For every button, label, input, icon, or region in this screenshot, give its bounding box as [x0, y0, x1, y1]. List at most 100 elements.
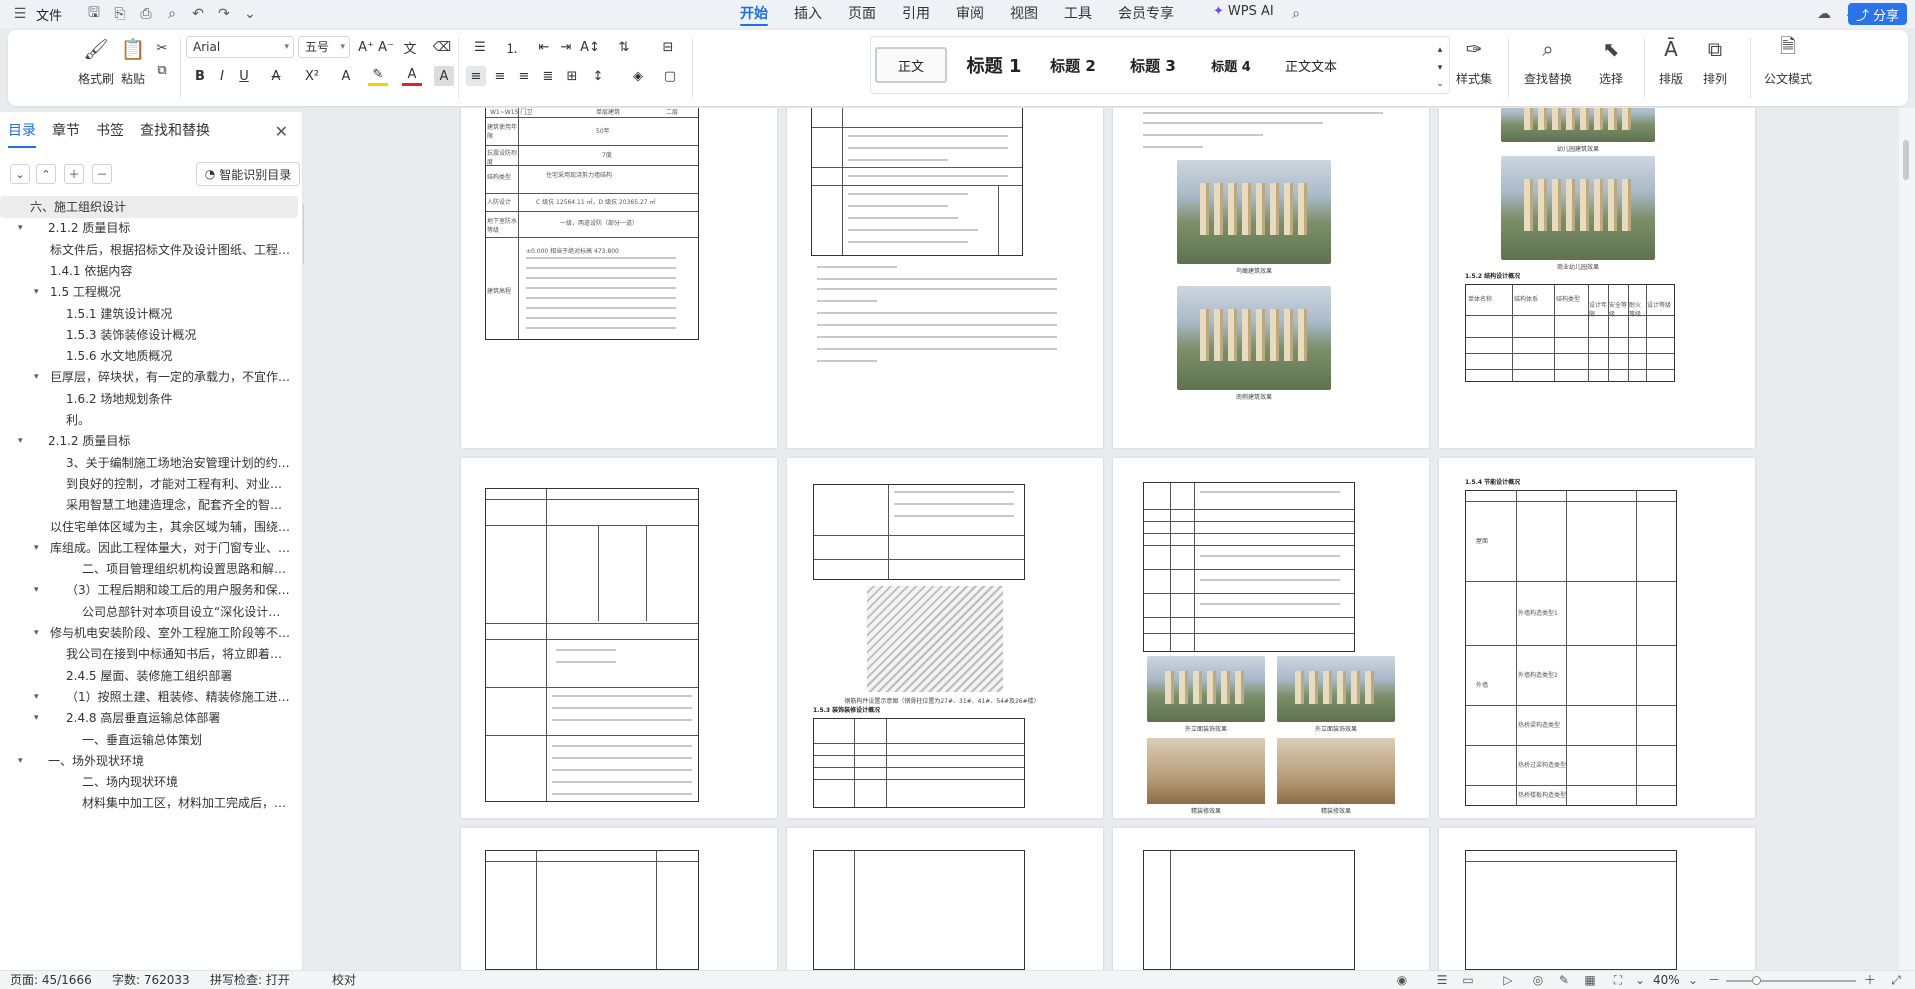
toc-item[interactable]: ▾ （3）工程后期和竣工后的用户服务和保…	[0, 579, 298, 601]
formula-mode-button[interactable]: 🗎 公文模式	[1764, 34, 1812, 87]
ribbon-tab[interactable]: 视图	[998, 0, 1050, 28]
preview-icon[interactable]: ⌕	[162, 4, 182, 24]
chevron-down-icon[interactable]: ⌄	[1685, 973, 1701, 988]
proofread-button[interactable]: 校对	[332, 973, 356, 988]
nav-tab[interactable]: 章节	[44, 120, 88, 144]
close-icon[interactable]: ✕	[275, 122, 288, 141]
toc-item[interactable]: 3、关于编制施工场地治安管理计划的约…	[0, 452, 298, 474]
style-set-button[interactable]: ✑ 样式集	[1456, 36, 1492, 87]
find-replace-button[interactable]: ⌕ 查找替换	[1524, 36, 1572, 87]
text-effect-icon[interactable]: A	[336, 66, 356, 86]
toc-item[interactable]: ▾ 一、场外现状环境	[0, 750, 298, 772]
clear-format-icon[interactable]: ⌫	[432, 37, 452, 57]
spell-check-toggle[interactable]: 拼写检查: 打开	[210, 973, 290, 988]
smart-toc-button[interactable]: ◔ 智能识别目录	[196, 162, 300, 186]
style-item[interactable]: 标题 2	[1035, 47, 1111, 83]
ribbon-tab[interactable]: 工具	[1052, 0, 1104, 28]
chevron-up-icon[interactable]: ⌃	[36, 164, 56, 184]
copy-icon[interactable]: ⧉	[152, 60, 172, 80]
scroll-thumb[interactable]	[1903, 140, 1909, 180]
toc-item[interactable]: 标文件后，根据招标文件及设计图纸、工程…	[0, 239, 298, 261]
pen-icon[interactable]: ✎	[1556, 973, 1572, 988]
ribbon-tab[interactable]: 审阅	[944, 0, 996, 28]
toc-item[interactable]: 我公司在接到中标通知书后，将立即着…	[0, 643, 298, 665]
share-button[interactable]: ⤴ 分享	[1847, 3, 1907, 25]
format-painter-button[interactable]: 🖌 格式刷	[78, 36, 114, 87]
toc-item[interactable]: 1.5.6 水文地质概况	[0, 345, 298, 367]
bullet-list-icon[interactable]: ☰	[470, 37, 490, 57]
play-icon[interactable]: ▷	[1500, 973, 1516, 988]
expand-toggle-icon[interactable]: ▾	[18, 430, 23, 452]
sort-icon[interactable]: ⇅	[614, 37, 634, 57]
expand-toggle-icon[interactable]: ▾	[34, 686, 39, 708]
print-icon[interactable]: ⎙	[136, 4, 156, 24]
style-item[interactable]: 标题 4	[1193, 47, 1269, 83]
eye-icon[interactable]: ◉	[1394, 973, 1410, 988]
expand-toggle-icon[interactable]: ▾	[18, 750, 23, 772]
align-center-icon[interactable]: ≡	[490, 66, 510, 86]
toc-item[interactable]: 1.6.2 场地规划条件	[0, 388, 298, 410]
italic-icon[interactable]: I	[212, 66, 232, 86]
expand-toggle-icon[interactable]: ▾	[34, 537, 39, 559]
expand-toggle-icon[interactable]: ▾	[34, 579, 39, 601]
align-left-icon[interactable]: ≡	[466, 66, 486, 86]
nav-tab[interactable]: 目录	[0, 120, 44, 148]
cut-icon[interactable]: ✂	[152, 38, 172, 58]
zoom-slider-handle[interactable]	[1752, 976, 1761, 985]
border-icon[interactable]: ▢	[660, 66, 680, 86]
expand-toggle-icon[interactable]: ▾	[34, 622, 39, 644]
toc-item[interactable]: ▾ 库组成。因此工程体量大，对于门窗专业、…	[0, 537, 298, 559]
grow-font-icon[interactable]: A⁺	[356, 37, 376, 57]
expand-toggle-icon[interactable]: ▾	[34, 281, 39, 303]
highlight-icon[interactable]: ✎	[368, 66, 388, 86]
ribbon-tab[interactable]: 开始	[728, 0, 780, 28]
chevron-down-icon[interactable]: ⌄	[1632, 973, 1648, 988]
shading-icon[interactable]: ◈	[628, 66, 648, 86]
more-icon[interactable]: ⌄	[240, 4, 260, 24]
toc-item[interactable]: ▾ 2.4.8 高层垂直运输总体部署	[0, 707, 298, 729]
menu-icon[interactable]: ☰	[10, 4, 30, 24]
toc-item[interactable]: 二、场内现状环境	[0, 771, 298, 793]
toc-item[interactable]: 利。	[0, 409, 298, 431]
paste-button[interactable]: 📋 粘贴	[120, 36, 146, 87]
style-item[interactable]: 标题 1	[955, 47, 1033, 83]
line-spacing-icon[interactable]: ↕	[588, 66, 608, 86]
numbered-list-icon[interactable]: ⒈	[502, 37, 522, 57]
layout-button[interactable]: Ā 排版	[1658, 36, 1684, 87]
fit-page-icon[interactable]: ⛶	[1610, 973, 1626, 988]
undo-icon[interactable]: ↶	[188, 4, 208, 24]
file-menu[interactable]: 文件	[36, 5, 62, 24]
toc-item[interactable]: 二、项目管理组织机构设置思路和解…	[0, 558, 298, 580]
word-count[interactable]: 字数: 762033	[112, 973, 190, 988]
export-pdf-icon[interactable]: ⎘	[110, 4, 130, 24]
toc-item[interactable]: 1.5.1 建筑设计概况	[0, 303, 298, 325]
expand-toggle-icon[interactable]: ▾	[34, 707, 39, 729]
ribbon-tab[interactable]: 插入	[782, 0, 834, 28]
web-view-icon[interactable]: ◎	[1530, 973, 1546, 988]
toc-item[interactable]: ▾ （1）按照土建、粗装修、精装修施工进…	[0, 686, 298, 708]
distributed-icon[interactable]: ⊞	[562, 66, 582, 86]
style-item[interactable]: 正文	[875, 47, 947, 83]
expand-toggle-icon[interactable]: ▾	[18, 217, 23, 239]
decrease-indent-icon[interactable]: ⇤	[534, 37, 554, 57]
toc-item[interactable]: ▾ 1.5 工程概况	[0, 281, 298, 303]
collapse-icon[interactable]: ⌄	[10, 164, 30, 184]
char-shading-icon[interactable]: A	[434, 66, 454, 86]
select-button[interactable]: ⬉ 选择	[1598, 36, 1624, 87]
add-icon[interactable]: ＋	[64, 164, 84, 184]
toc-item[interactable]: 一、垂直运输总体策划	[0, 729, 298, 751]
shrink-font-icon[interactable]: A⁻	[376, 37, 396, 57]
outline-view-icon[interactable]: ☰	[1434, 973, 1450, 988]
toc-item[interactable]: ▾ 巨厚层，碎块状，有一定的承载力，不宜作…	[0, 366, 298, 388]
align-right-icon[interactable]: ≡	[514, 66, 534, 86]
toc-item[interactable]: 以住宅单体区域为主，其余区域为辅，围绕…	[0, 516, 298, 538]
redo-icon[interactable]: ↷	[214, 4, 234, 24]
nav-tab[interactable]: 查找和替换	[132, 120, 218, 144]
zoom-level[interactable]: 40%	[1653, 973, 1680, 988]
nav-tab[interactable]: 书签	[88, 120, 132, 144]
toc-item[interactable]: 1.5.3 装饰装修设计概况	[0, 324, 298, 346]
toc-item[interactable]: 六、施工组织设计	[0, 196, 298, 218]
zoom-in-icon[interactable]: ＋	[1862, 973, 1878, 988]
multi-page-icon[interactable]: ▦	[1582, 973, 1598, 988]
text-direction-icon[interactable]: A↕	[580, 37, 600, 57]
